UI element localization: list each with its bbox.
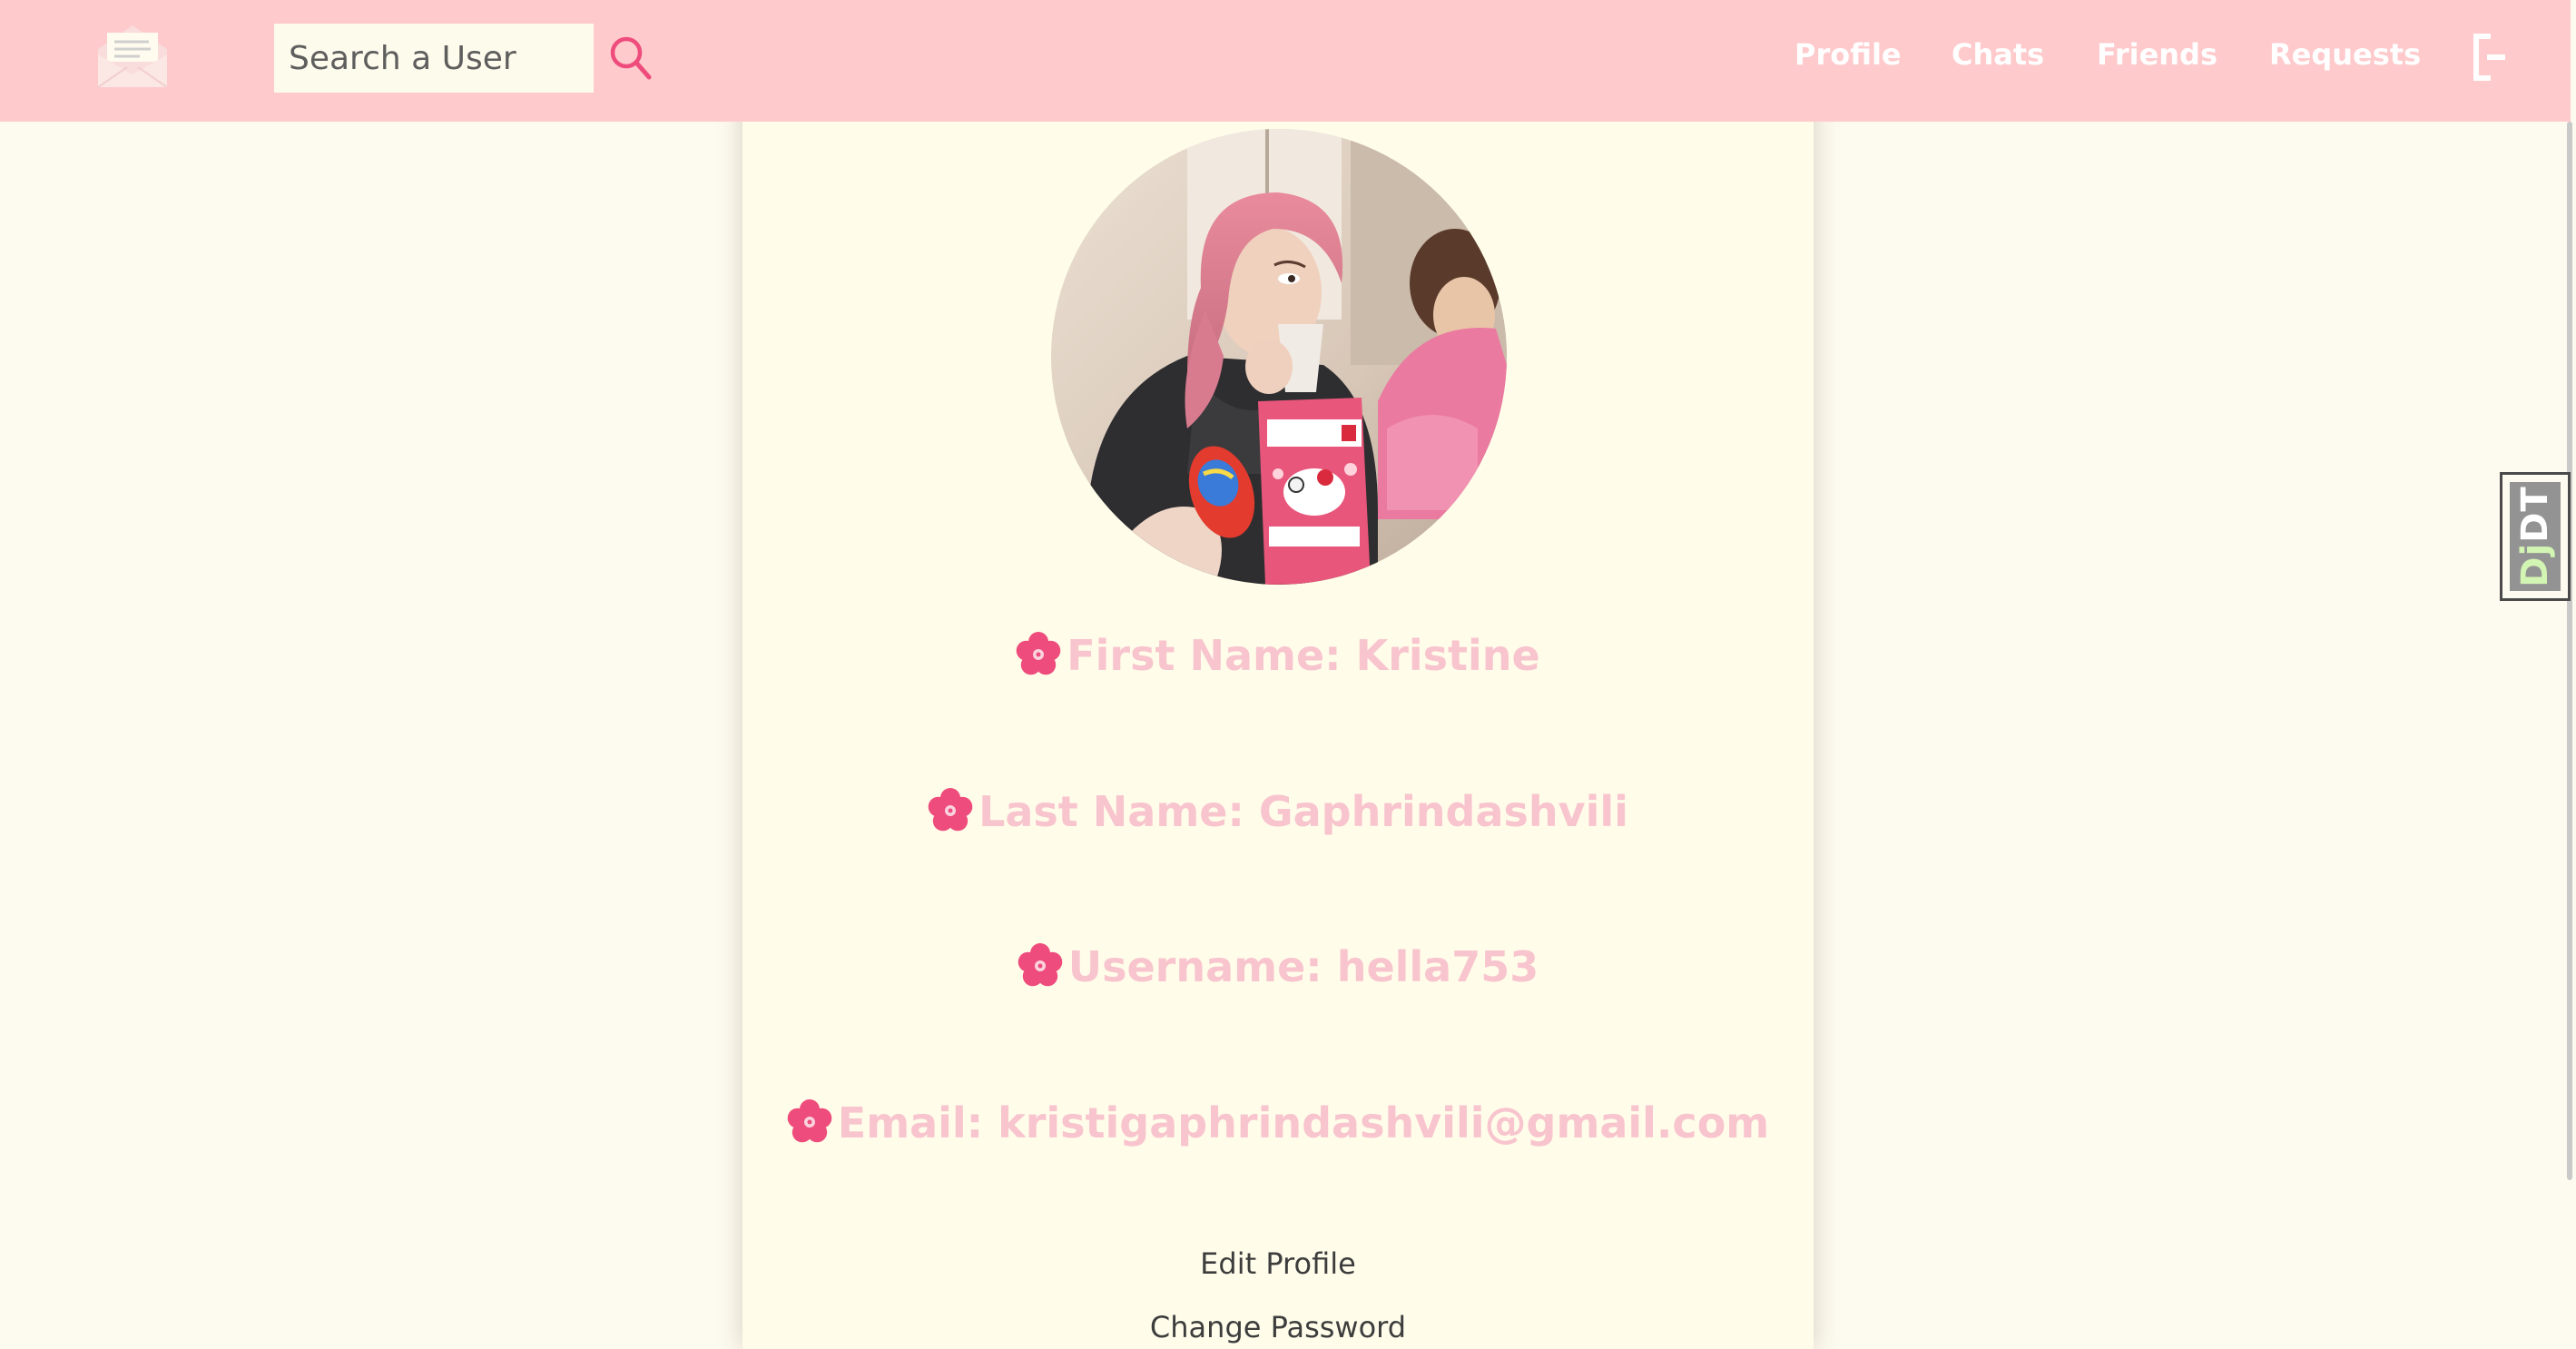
email-text: Email: kristigaphrindashvili@gmail.com xyxy=(837,1098,1770,1147)
navbar: Profile Chats Friends Requests xyxy=(0,0,2571,122)
last-name-line: Last Name: Gaphrindashvili xyxy=(742,783,1814,841)
debug-toolbar-label-bg: DjDT xyxy=(2510,482,2561,591)
debug-toolbar-dj: Dj xyxy=(2514,542,2556,587)
cherry-blossom-icon xyxy=(1016,632,1061,675)
email-line: Email: kristigaphrindashvili@gmail.com xyxy=(742,1094,1814,1152)
avatar xyxy=(1051,129,1507,585)
nav-link-chats[interactable]: Chats xyxy=(1952,31,2044,78)
scrollbar-thumb[interactable] xyxy=(2567,122,2572,1180)
envelope-logo-icon[interactable] xyxy=(94,18,171,91)
cherry-blossom-icon xyxy=(928,788,973,832)
search-button[interactable] xyxy=(603,29,661,87)
profile-card: First Name: Kristine Last Name: Gaphrind… xyxy=(742,0,1814,1349)
debug-toolbar-handle[interactable]: DjDT xyxy=(2500,472,2571,601)
debug-toolbar-label: DjDT xyxy=(2514,486,2556,586)
debug-toolbar-dt: DT xyxy=(2514,486,2556,543)
nav-link-friends[interactable]: Friends xyxy=(2097,31,2217,78)
first-name-line: First Name: Kristine xyxy=(742,626,1814,684)
cherry-blossom-icon xyxy=(1018,943,1063,987)
first-name-text: First Name: Kristine xyxy=(1067,631,1540,680)
search-input[interactable] xyxy=(274,24,594,93)
magnifier-icon xyxy=(610,36,652,80)
logout-button[interactable] xyxy=(2471,31,2511,84)
username-line: Username: hella753 xyxy=(742,938,1814,996)
nav-link-profile[interactable]: Profile xyxy=(1794,31,1902,78)
nav-link-requests[interactable]: Requests xyxy=(2269,31,2421,78)
change-password-link[interactable]: Change Password xyxy=(742,1307,1814,1347)
cherry-blossom-icon xyxy=(787,1099,832,1143)
username-text: Username: hella753 xyxy=(1067,942,1539,991)
logout-icon xyxy=(2473,34,2505,81)
last-name-text: Last Name: Gaphrindashvili xyxy=(978,787,1628,836)
edit-profile-link[interactable]: Edit Profile xyxy=(742,1244,1814,1284)
